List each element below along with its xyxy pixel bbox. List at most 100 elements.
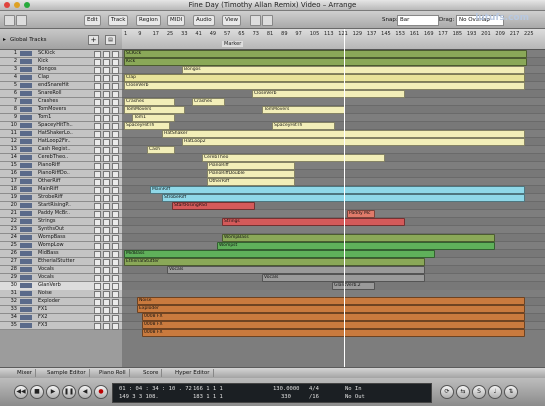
mute-button[interactable]	[94, 211, 101, 218]
region[interactable]: SpaceyHitTh	[272, 122, 335, 130]
region[interactable]: TomMovers	[262, 106, 345, 114]
replace-button[interactable]: ⇆	[456, 385, 470, 399]
region[interactable]: GlantVerb.2	[332, 282, 375, 290]
solo-button[interactable]	[103, 211, 110, 218]
mute-button[interactable]	[94, 99, 101, 106]
solo-button[interactable]	[103, 99, 110, 106]
region[interactable]: OtherRiff	[207, 178, 295, 186]
solo-button[interactable]	[103, 171, 110, 178]
solo-button[interactable]	[103, 219, 110, 226]
track-name[interactable]: Crashes	[38, 98, 58, 105]
mute-button[interactable]	[94, 203, 101, 210]
mute-button[interactable]	[94, 195, 101, 202]
record-enable-button[interactable]	[112, 67, 119, 74]
toggle-list-button[interactable]	[4, 15, 15, 26]
solo-button[interactable]	[103, 227, 110, 234]
record-enable-button[interactable]	[112, 323, 119, 330]
track-row[interactable]: 12 HatLoop2Fir..	[0, 138, 122, 146]
record-enable-button[interactable]	[112, 291, 119, 298]
track-name[interactable]: Vocals	[38, 266, 54, 273]
tab-sample-editor[interactable]: Sample Editor	[44, 369, 90, 377]
track-name[interactable]: FX2	[38, 314, 47, 321]
region[interactable]: SCKick	[124, 50, 527, 58]
region[interactable]: Tom1	[132, 114, 175, 122]
mute-button[interactable]	[94, 107, 101, 114]
mute-button[interactable]	[94, 147, 101, 154]
solo-button[interactable]	[103, 123, 110, 130]
play-button[interactable]: ▶	[46, 385, 60, 399]
solo-button[interactable]	[103, 315, 110, 322]
mute-button[interactable]	[94, 171, 101, 178]
track-row[interactable]: 19 StrobeRiff	[0, 194, 122, 202]
solo-button[interactable]	[103, 59, 110, 66]
tab-mixer[interactable]: Mixer	[14, 369, 37, 377]
mute-button[interactable]	[94, 123, 101, 130]
track-name[interactable]: Vocals	[38, 274, 54, 281]
track-name[interactable]: Bongos	[38, 66, 57, 73]
record-enable-button[interactable]	[112, 107, 119, 114]
mute-button[interactable]	[94, 51, 101, 58]
track-row[interactable]: 21 Paddy McBr..	[0, 210, 122, 218]
track-lane[interactable]	[122, 178, 545, 186]
playhead[interactable]	[344, 29, 345, 367]
rewind-button[interactable]: ◀	[78, 385, 92, 399]
track-name[interactable]: SnareRoll	[38, 90, 62, 97]
record-enable-button[interactable]	[112, 315, 119, 322]
region[interactable]: MidBass	[124, 250, 435, 258]
solo-button[interactable]	[103, 299, 110, 306]
region[interactable]: 0008 FX	[142, 321, 525, 329]
record-enable-button[interactable]	[112, 259, 119, 266]
track-row[interactable]: 34 FX2	[0, 314, 122, 322]
track-row[interactable]: 1 SCKick	[0, 50, 122, 58]
track-name[interactable]: MainRiff	[38, 186, 58, 193]
record-enable-button[interactable]	[112, 219, 119, 226]
record-button[interactable]: ●	[94, 385, 108, 399]
track-name[interactable]: PianoRiff	[38, 162, 60, 169]
mute-button[interactable]	[94, 227, 101, 234]
track-row[interactable]: 7 Crashes	[0, 98, 122, 106]
solo-button[interactable]	[103, 147, 110, 154]
pause-button[interactable]: ❚❚	[62, 385, 76, 399]
mute-button[interactable]	[94, 155, 101, 162]
track-row[interactable]: 22 Strings	[0, 218, 122, 226]
track-lane[interactable]	[122, 98, 545, 106]
solo-button[interactable]	[103, 203, 110, 210]
track-row[interactable]: 28 Vocals	[0, 266, 122, 274]
track-name[interactable]: StartRisingP..	[38, 202, 71, 209]
track-name[interactable]: HatLoop2Fir..	[38, 138, 71, 145]
mute-button[interactable]	[94, 251, 101, 258]
solo-button[interactable]	[103, 139, 110, 146]
mute-button[interactable]	[94, 291, 101, 298]
record-enable-button[interactable]	[112, 275, 119, 282]
record-enable-button[interactable]	[112, 155, 119, 162]
track-row[interactable]: 27 EtherialStutter	[0, 258, 122, 266]
mute-button[interactable]	[94, 131, 101, 138]
record-enable-button[interactable]	[112, 187, 119, 194]
bar-ruler[interactable]: 1917253341495765738189971051131211291371…	[122, 29, 545, 50]
track-row[interactable]: 32 Exploder	[0, 298, 122, 306]
region[interactable]: Vocals	[167, 266, 425, 274]
mute-button[interactable]	[94, 163, 101, 170]
track-name[interactable]: HatShakerLo..	[38, 130, 73, 137]
track-row[interactable]: 24 WompBass	[0, 234, 122, 242]
record-enable-button[interactable]	[112, 171, 119, 178]
region[interactable]: Kick	[124, 58, 527, 66]
track-row[interactable]: 16 PianoRiffDo..	[0, 170, 122, 178]
solo-button[interactable]	[103, 179, 110, 186]
mute-button[interactable]	[94, 75, 101, 82]
record-enable-button[interactable]	[112, 131, 119, 138]
record-enable-button[interactable]	[112, 267, 119, 274]
menu-region[interactable]: Region	[136, 15, 161, 26]
tool-pointer-button[interactable]	[250, 15, 261, 26]
mute-button[interactable]	[94, 91, 101, 98]
division[interactable]: /16	[309, 394, 319, 400]
solo-button[interactable]	[103, 83, 110, 90]
mute-button[interactable]	[94, 299, 101, 306]
region[interactable]: PianoRiff	[207, 162, 295, 170]
mute-button[interactable]	[94, 179, 101, 186]
stop-button[interactable]: ■	[30, 385, 44, 399]
track-name[interactable]: Strings	[38, 218, 56, 225]
mute-button[interactable]	[94, 275, 101, 282]
mute-button[interactable]	[94, 323, 101, 330]
solo-button[interactable]	[103, 243, 110, 250]
